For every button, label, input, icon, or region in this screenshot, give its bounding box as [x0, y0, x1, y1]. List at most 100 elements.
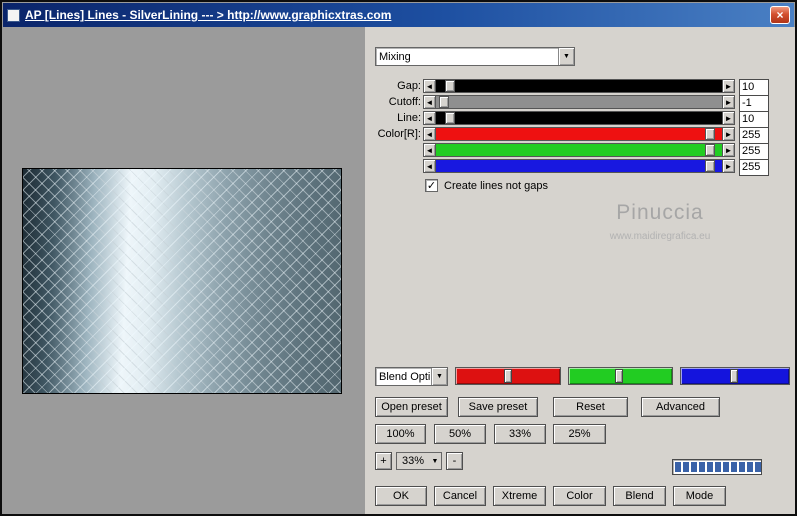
color-b-slider[interactable]: ◄ ►	[423, 159, 735, 173]
cutoff-label: Cutoff:	[388, 96, 421, 108]
blend-button[interactable]: Blend	[613, 486, 666, 506]
blue-channel-slider[interactable]	[680, 367, 790, 385]
slider-left-arrow-icon[interactable]: ◄	[423, 95, 436, 109]
zoom-25-button[interactable]: 25%	[553, 424, 606, 444]
slider-left-arrow-icon[interactable]: ◄	[423, 79, 436, 93]
color-r-value[interactable]: 255	[739, 127, 769, 144]
ok-button[interactable]: OK	[375, 486, 427, 506]
slider-right-arrow-icon[interactable]: ►	[722, 79, 735, 93]
create-lines-label: Create lines not gaps	[444, 180, 548, 192]
title-bar[interactable]: AP [Lines] Lines - SilverLining --- > ht…	[3, 3, 794, 27]
slider-left-arrow-icon[interactable]: ◄	[423, 143, 436, 157]
arrow-right-icon: ►	[724, 145, 733, 155]
slider-left-arrow-icon[interactable]: ◄	[423, 159, 436, 173]
red-channel-thumb[interactable]	[503, 369, 512, 383]
close-icon: ×	[776, 8, 784, 22]
check-icon: ✓	[426, 180, 437, 192]
cutoff-slider-track[interactable]	[436, 95, 722, 109]
gap-slider-track[interactable]	[436, 79, 722, 93]
line-slider[interactable]: ◄ ►	[423, 111, 735, 125]
xtreme-button[interactable]: Xtreme	[493, 486, 546, 506]
zoom-level-value: 33%	[401, 455, 425, 467]
save-preset-button[interactable]: Save preset	[458, 397, 538, 417]
arrow-right-icon: ►	[724, 161, 733, 171]
green-channel-thumb[interactable]	[615, 369, 624, 383]
blue-channel-thumb[interactable]	[729, 369, 738, 383]
color-b-slider-thumb[interactable]	[704, 160, 715, 172]
slider-right-arrow-icon[interactable]: ►	[722, 111, 735, 125]
color-r-slider-thumb[interactable]	[704, 128, 715, 140]
arrow-left-icon: ◄	[425, 129, 434, 139]
progress-fill	[675, 462, 761, 472]
zoom-out-button[interactable]: -	[446, 452, 463, 470]
mixing-mode-value: Mixing	[379, 50, 411, 63]
arrow-right-icon: ►	[724, 113, 733, 123]
red-channel-slider[interactable]	[455, 367, 561, 385]
chevron-down-icon: ▼	[431, 457, 439, 465]
cancel-button[interactable]: Cancel	[434, 486, 486, 506]
close-button[interactable]: ×	[770, 6, 790, 24]
line-slider-track[interactable]	[436, 111, 722, 125]
blend-options-dropdown[interactable]: Blend Opti ▼	[375, 367, 448, 386]
slider-right-arrow-icon[interactable]: ►	[722, 95, 735, 109]
cutoff-value[interactable]: -1	[739, 95, 769, 112]
gap-slider-thumb[interactable]	[444, 80, 455, 92]
color-b-value[interactable]: 255	[739, 159, 769, 176]
zoom-100-button[interactable]: 100%	[375, 424, 426, 444]
dropdown-arrow-icon[interactable]: ▼	[431, 368, 447, 385]
color-g-value[interactable]: 255	[739, 143, 769, 160]
window-title: AP [Lines] Lines - SilverLining --- > ht…	[25, 8, 392, 22]
gap-slider[interactable]: ◄ ►	[423, 79, 735, 93]
color-g-slider-track[interactable]	[436, 143, 722, 157]
create-lines-checkbox[interactable]: ✓	[425, 179, 438, 192]
slider-left-arrow-icon[interactable]: ◄	[423, 111, 436, 125]
color-r-label: Color[R]:	[377, 128, 421, 140]
color-g-slider-thumb[interactable]	[704, 144, 715, 156]
mode-button[interactable]: Mode	[673, 486, 726, 506]
arrow-left-icon: ◄	[425, 113, 434, 123]
chevron-down-icon: ▼	[563, 53, 570, 60]
zoom-in-button[interactable]: +	[375, 452, 392, 470]
color-g-slider[interactable]: ◄ ►	[423, 143, 735, 157]
slider-right-arrow-icon[interactable]: ►	[722, 143, 735, 157]
arrow-right-icon: ►	[724, 97, 733, 107]
blend-options-value: Blend Opti	[379, 370, 431, 383]
zoom-level-dropdown[interactable]: 33% ▼	[396, 452, 442, 470]
watermark-url: www.maidiregrafica.eu	[609, 231, 711, 242]
chevron-down-icon: ▼	[436, 373, 443, 380]
zoom-50-button[interactable]: 50%	[434, 424, 486, 444]
cutoff-slider[interactable]: ◄ ►	[423, 95, 735, 109]
slider-right-arrow-icon[interactable]: ►	[722, 127, 735, 141]
line-value[interactable]: 10	[739, 111, 769, 128]
controls-panel: Mixing ▼ Gap: ◄ ► 10 Cutoff: ◄ ► -1 Line…	[365, 27, 795, 514]
plugin-window: AP [Lines] Lines - SilverLining --- > ht…	[0, 0, 797, 516]
color-b-slider-track[interactable]	[436, 159, 722, 173]
arrow-left-icon: ◄	[425, 81, 434, 91]
reset-button[interactable]: Reset	[553, 397, 628, 417]
dropdown-arrow-icon[interactable]: ▼	[558, 48, 574, 65]
gap-value[interactable]: 10	[739, 79, 769, 96]
arrow-left-icon: ◄	[425, 161, 434, 171]
green-channel-slider[interactable]	[568, 367, 673, 385]
color-r-slider-track[interactable]	[436, 127, 722, 141]
slider-left-arrow-icon[interactable]: ◄	[423, 127, 436, 141]
cutoff-slider-thumb[interactable]	[438, 96, 449, 108]
arrow-right-icon: ►	[724, 81, 733, 91]
line-slider-thumb[interactable]	[444, 112, 455, 124]
mixing-mode-dropdown[interactable]: Mixing ▼	[375, 47, 575, 66]
color-g-label	[367, 143, 421, 158]
progress-bar	[672, 459, 762, 475]
watermark-name: Pinuccia	[616, 201, 704, 224]
image-preview[interactable]	[22, 168, 342, 394]
arrow-right-icon: ►	[724, 129, 733, 139]
color-b-label	[367, 159, 421, 174]
color-r-slider[interactable]: ◄ ►	[423, 127, 735, 141]
slider-right-arrow-icon[interactable]: ►	[722, 159, 735, 173]
advanced-button[interactable]: Advanced	[641, 397, 720, 417]
arrow-left-icon: ◄	[425, 97, 434, 107]
color-button[interactable]: Color	[553, 486, 606, 506]
zoom-33-button[interactable]: 33%	[494, 424, 546, 444]
open-preset-button[interactable]: Open preset	[375, 397, 448, 417]
app-icon	[7, 8, 20, 22]
arrow-left-icon: ◄	[425, 145, 434, 155]
